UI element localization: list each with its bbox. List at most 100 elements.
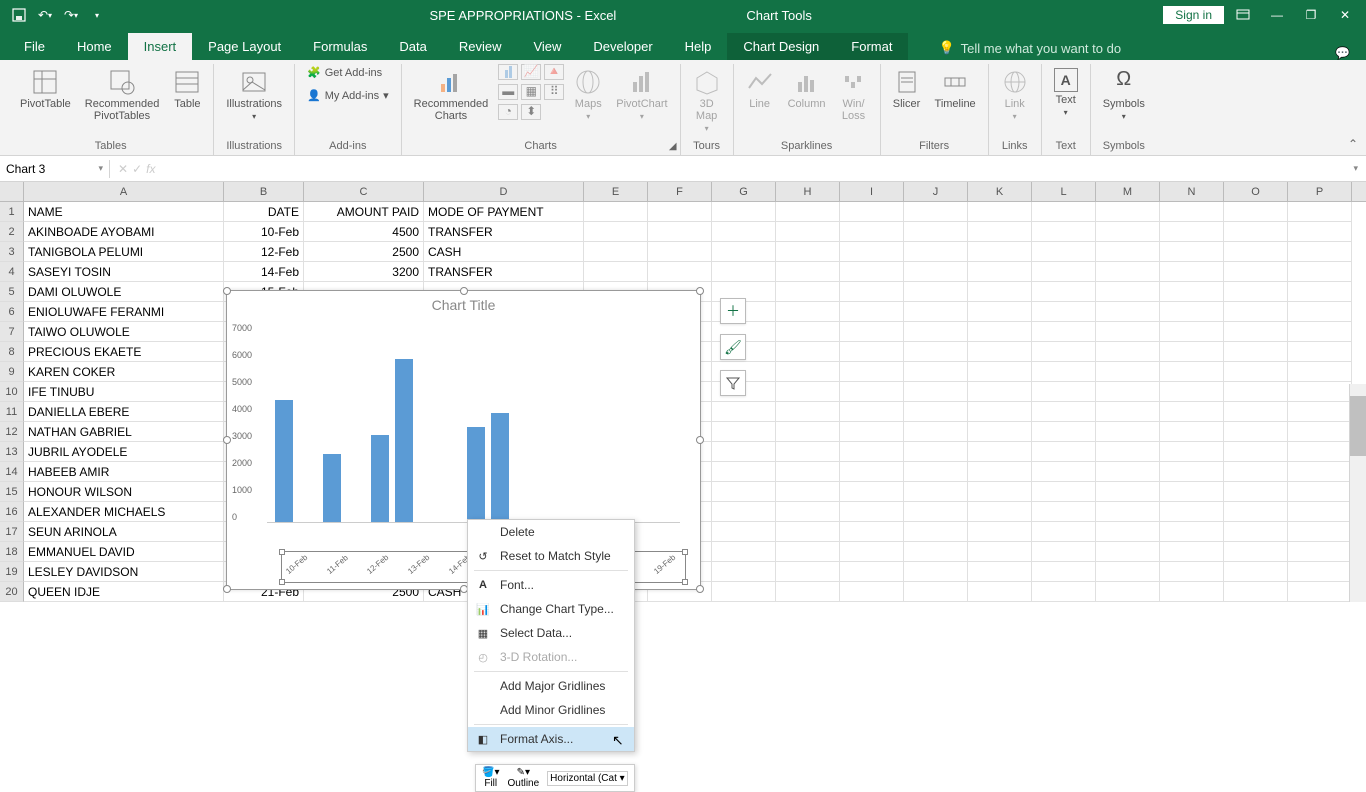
cell[interactable] <box>712 562 776 582</box>
line-chart-icon[interactable]: 📈 <box>521 64 541 80</box>
outline-button[interactable]: ✎▾Outline <box>507 767 539 789</box>
cell[interactable] <box>1032 322 1096 342</box>
cell[interactable] <box>840 342 904 362</box>
cell[interactable] <box>968 222 1032 242</box>
chart-elements-button[interactable]: ＋ <box>720 298 746 324</box>
cell[interactable] <box>1288 382 1352 402</box>
cell[interactable] <box>840 402 904 422</box>
cell[interactable] <box>1032 582 1096 602</box>
cell[interactable] <box>840 202 904 222</box>
cell[interactable]: TAIWO OLUWOLE <box>24 322 224 342</box>
cell[interactable] <box>1224 582 1288 602</box>
cell[interactable] <box>840 262 904 282</box>
col-header[interactable]: H <box>776 182 840 201</box>
cell[interactable] <box>840 542 904 562</box>
cell[interactable]: AKINBOADE AYOBAMI <box>24 222 224 242</box>
row-header[interactable]: 16 <box>0 502 24 522</box>
cell[interactable] <box>1096 342 1160 362</box>
cell[interactable] <box>1032 342 1096 362</box>
chart-bar[interactable] <box>491 413 509 522</box>
cell[interactable] <box>840 302 904 322</box>
tab-data[interactable]: Data <box>383 33 442 60</box>
pivot-table-button[interactable]: PivotTable <box>16 64 75 114</box>
cell[interactable] <box>1288 302 1352 322</box>
charts-launcher-icon[interactable]: ◢ <box>669 141 677 152</box>
cell[interactable] <box>1224 462 1288 482</box>
cell[interactable] <box>840 242 904 262</box>
cell[interactable] <box>712 442 776 462</box>
cell[interactable] <box>1224 522 1288 542</box>
combo-chart-icon[interactable]: ⬍ <box>521 104 541 120</box>
col-header[interactable]: M <box>1096 182 1160 201</box>
ribbon-display-icon[interactable] <box>1228 0 1258 30</box>
tab-review[interactable]: Review <box>443 33 518 60</box>
formula-expand-icon[interactable]: ▾ <box>1345 163 1366 174</box>
cell[interactable] <box>1096 202 1160 222</box>
cell[interactable] <box>1224 222 1288 242</box>
cell[interactable] <box>712 502 776 522</box>
cell[interactable]: JUBRIL AYODELE <box>24 442 224 462</box>
cell[interactable] <box>968 382 1032 402</box>
redo-icon[interactable]: ↷▾ <box>60 4 82 26</box>
col-header[interactable]: A <box>24 182 224 201</box>
cell[interactable] <box>904 382 968 402</box>
cell[interactable]: AMOUNT PAID <box>304 202 424 222</box>
col-header[interactable]: G <box>712 182 776 201</box>
cell[interactable] <box>1096 242 1160 262</box>
ctx-select-data[interactable]: ▦Select Data... <box>468 621 634 645</box>
cell[interactable] <box>1224 302 1288 322</box>
illustrations-button[interactable]: Illustrations▾ <box>222 64 286 125</box>
cell[interactable] <box>776 282 840 302</box>
chart-plot-area[interactable]: 70006000500040003000200010000 <box>267 323 680 523</box>
cell[interactable] <box>1288 582 1352 602</box>
cell[interactable] <box>584 262 648 282</box>
cell[interactable] <box>712 582 776 602</box>
cell[interactable]: TANIGBOLA PELUMI <box>24 242 224 262</box>
cell[interactable] <box>1096 542 1160 562</box>
chart-bar[interactable] <box>395 359 413 522</box>
tab-home[interactable]: Home <box>61 33 128 60</box>
cell[interactable] <box>712 402 776 422</box>
row-header[interactable]: 20 <box>0 582 24 602</box>
symbols-button[interactable]: ΩSymbols▾ <box>1099 64 1149 125</box>
tab-help[interactable]: Help <box>669 33 728 60</box>
row-header[interactable]: 4 <box>0 262 24 282</box>
cell[interactable] <box>1224 362 1288 382</box>
cell[interactable] <box>1032 422 1096 442</box>
cell[interactable] <box>712 262 776 282</box>
cell[interactable] <box>1288 422 1352 442</box>
close-icon[interactable]: ✕ <box>1330 0 1360 30</box>
bar-chart-icon[interactable]: ▬ <box>498 84 518 100</box>
column-chart-icon[interactable] <box>498 64 518 80</box>
row-header[interactable]: 1 <box>0 202 24 222</box>
qat-customize-icon[interactable]: ▾ <box>86 4 108 26</box>
cell[interactable] <box>840 462 904 482</box>
cell[interactable]: DAMI OLUWOLE <box>24 282 224 302</box>
cell[interactable]: LESLEY DAVIDSON <box>24 562 224 582</box>
cell[interactable] <box>1160 262 1224 282</box>
cell[interactable] <box>968 402 1032 422</box>
cell[interactable] <box>1160 462 1224 482</box>
recommended-charts-button[interactable]: Recommended Charts <box>410 64 493 126</box>
cell[interactable] <box>584 222 648 242</box>
cell[interactable] <box>904 222 968 242</box>
cell[interactable] <box>1096 322 1160 342</box>
ctx-format-axis[interactable]: ◧Format Axis... <box>468 727 634 751</box>
enter-fx-icon[interactable]: ✓ <box>132 162 142 176</box>
cell[interactable] <box>1160 442 1224 462</box>
cell[interactable] <box>776 582 840 602</box>
cell[interactable] <box>776 522 840 542</box>
row-header[interactable]: 19 <box>0 562 24 582</box>
cell[interactable] <box>1160 582 1224 602</box>
fill-button[interactable]: 🪣▾Fill <box>482 767 499 789</box>
cell[interactable] <box>1096 522 1160 542</box>
cell[interactable]: DATE <box>224 202 304 222</box>
save-icon[interactable] <box>8 4 30 26</box>
cell[interactable] <box>968 462 1032 482</box>
chart-bar[interactable] <box>323 454 341 522</box>
cell[interactable] <box>1160 202 1224 222</box>
minimize-icon[interactable]: — <box>1262 0 1292 30</box>
cell[interactable] <box>1032 402 1096 422</box>
cell[interactable] <box>968 562 1032 582</box>
cell[interactable] <box>1224 562 1288 582</box>
